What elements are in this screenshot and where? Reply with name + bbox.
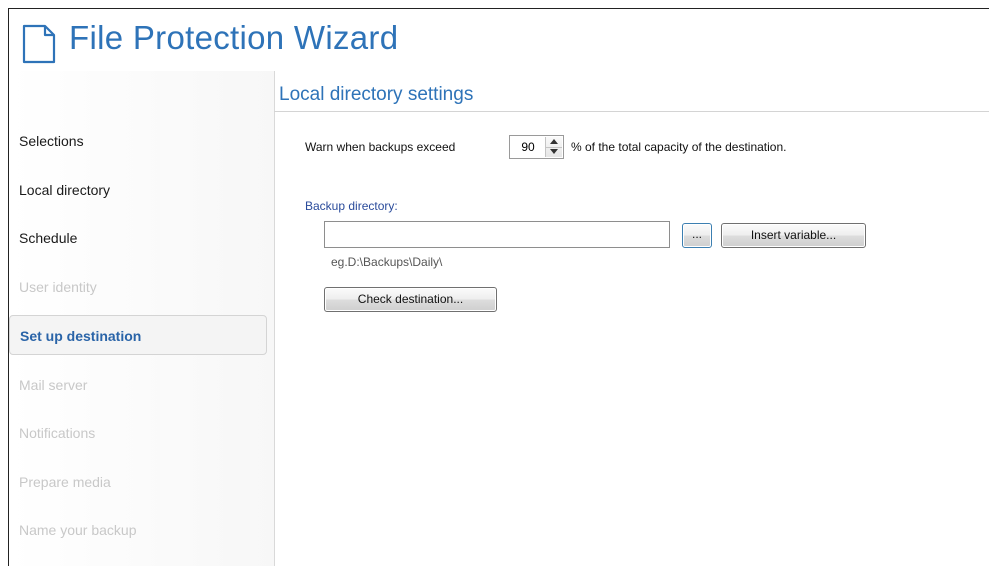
sidebar-item-schedule[interactable]: Schedule <box>9 218 267 258</box>
sidebar-item-selections[interactable]: Selections <box>9 121 267 161</box>
insert-variable-button[interactable]: Insert variable... <box>721 223 866 248</box>
sidebar-item-set-up-destination[interactable]: Set up destination <box>9 315 267 355</box>
wizard-header: File Protection Wizard <box>9 9 989 71</box>
arrow-up-icon <box>550 139 558 144</box>
backup-directory-label: Backup directory: <box>305 199 398 213</box>
sidebar-item-notifications: Notifications <box>19 425 96 441</box>
backup-directory-input[interactable] <box>324 221 670 248</box>
sidebar-item-local-directory[interactable]: Local directory <box>9 170 267 210</box>
sidebar-item-mail-server: Mail server <box>19 377 88 393</box>
capacity-percent-stepper[interactable] <box>509 135 564 159</box>
warn-prefix-label: Warn when backups exceed <box>305 140 456 154</box>
stepper-buttons <box>545 137 562 157</box>
backup-directory-hint: eg.D:\Backups\Daily\ <box>331 255 443 269</box>
wizard-sidebar: Selections Local directory Schedule User… <box>9 71 275 566</box>
check-destination-button[interactable]: Check destination... <box>324 287 497 312</box>
stepper-down-button[interactable] <box>546 147 562 157</box>
browse-button[interactable]: ... <box>682 223 712 248</box>
sidebar-item-user-identity: User identity <box>19 279 97 295</box>
document-icon <box>22 24 56 64</box>
section-title: Local directory settings <box>279 84 474 105</box>
sidebar-item-prepare-media: Prepare media <box>19 474 111 490</box>
section-divider <box>274 111 989 112</box>
wizard-window: File Protection Wizard Selections Local … <box>8 8 989 566</box>
page-title: File Protection Wizard <box>69 19 399 56</box>
arrow-down-icon <box>550 149 558 154</box>
warn-suffix-label: % of the total capacity of the destinati… <box>571 140 787 154</box>
sidebar-item-name-your-backup: Name your backup <box>19 522 137 538</box>
capacity-percent-input[interactable] <box>511 137 545 157</box>
